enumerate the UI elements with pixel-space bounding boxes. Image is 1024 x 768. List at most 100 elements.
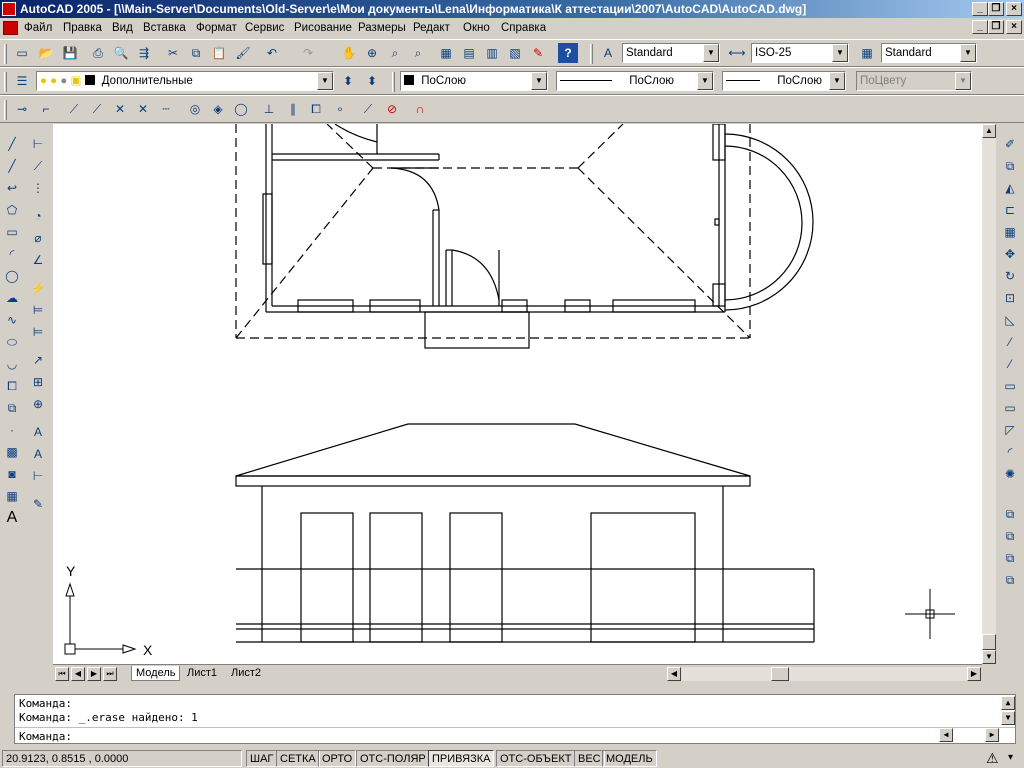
- tab-layout1[interactable]: Лист1: [183, 666, 221, 681]
- snap-quadrant-icon[interactable]: ◈: [208, 99, 228, 119]
- print-preview-icon[interactable]: 🔍: [111, 43, 131, 63]
- open-icon[interactable]: 📂: [36, 43, 56, 63]
- toolbar-grip[interactable]: [392, 72, 395, 92]
- dim-aligned-icon[interactable]: ⟋: [28, 156, 48, 176]
- markup-icon[interactable]: ✎: [528, 43, 548, 63]
- layer-select[interactable]: ● ● ● ▣ Дополнительные ▼: [36, 71, 334, 91]
- menu-dimension[interactable]: Размеры: [358, 18, 406, 38]
- dim-style-select[interactable]: ISO-25 ▼: [751, 43, 849, 63]
- dim-edit-icon[interactable]: A: [28, 422, 48, 442]
- toolbar-grip[interactable]: [590, 44, 593, 64]
- tool-palettes-icon[interactable]: ▥: [482, 43, 502, 63]
- menu-help[interactable]: Справка: [501, 18, 546, 38]
- mirror-icon[interactable]: ◭: [1000, 178, 1020, 198]
- lineweight-button[interactable]: ВЕС: [574, 750, 605, 767]
- vertical-scrollbar[interactable]: ▲ ▼: [982, 124, 996, 664]
- object-snap-button[interactable]: ПРИВЯЗКА: [428, 750, 495, 767]
- quick-dim-icon[interactable]: ⚡: [28, 278, 48, 298]
- rectangle-icon[interactable]: ▭: [2, 222, 22, 242]
- menu-insert[interactable]: Вставка: [143, 18, 186, 38]
- minimize-button[interactable]: _: [972, 2, 988, 16]
- doc-restore-button[interactable]: ❐: [988, 20, 1004, 34]
- spline-icon[interactable]: ∿: [2, 310, 22, 330]
- publish-icon[interactable]: ⇶: [134, 43, 154, 63]
- tab-layout2[interactable]: Лист2: [227, 666, 265, 681]
- scroll-up-icon[interactable]: ▲: [982, 124, 996, 138]
- region-icon[interactable]: ◙: [2, 464, 22, 484]
- ellipse-icon[interactable]: ⬭: [2, 332, 22, 352]
- menu-tools[interactable]: Сервис: [245, 18, 284, 38]
- color-select[interactable]: ПоСлою ▼: [400, 71, 548, 91]
- snap-midpoint-icon[interactable]: ⟋: [87, 99, 107, 119]
- dim-update-icon[interactable]: ⊢: [28, 466, 48, 486]
- polyline-icon[interactable]: ↩: [2, 178, 22, 198]
- cmd-scroll-right-icon[interactable]: ▶: [985, 728, 999, 742]
- command-window[interactable]: Команда: Команда: _.erase найдено: 1 Ком…: [14, 694, 1016, 744]
- dim-radius-icon[interactable]: ◔: [28, 206, 48, 226]
- chevron-down-icon[interactable]: ▼: [531, 72, 547, 90]
- scroll-thumb[interactable]: [982, 634, 996, 650]
- scroll-down-icon[interactable]: ▼: [982, 650, 996, 664]
- polar-tracking-button[interactable]: ОТС-ПОЛЯР: [356, 750, 430, 767]
- ortho-mode-button[interactable]: ОРТО: [318, 750, 357, 767]
- cmd-scroll-up-icon[interactable]: ▲: [1001, 696, 1015, 710]
- osnap-settings-icon[interactable]: ∩: [410, 99, 430, 119]
- point-icon[interactable]: ·: [2, 420, 22, 440]
- hatch-icon[interactable]: ▩: [2, 442, 22, 462]
- cut-icon[interactable]: ✂: [163, 43, 183, 63]
- bring-above-icon[interactable]: ⧉: [1000, 548, 1020, 568]
- coordinates-display[interactable]: 20.9123, 0.8515 , 0.0000: [2, 750, 242, 767]
- tab-next-icon[interactable]: ▶: [87, 667, 101, 681]
- match-properties-icon[interactable]: 🖌: [233, 43, 253, 63]
- zoom-previous-icon[interactable]: ⌕: [408, 43, 428, 63]
- polygon-icon[interactable]: ⬠: [2, 200, 22, 220]
- layer-previous-icon[interactable]: ⬍: [362, 71, 382, 91]
- paste-icon[interactable]: 📋: [209, 43, 229, 63]
- send-under-icon[interactable]: ⧉: [1000, 570, 1020, 590]
- dim-baseline-icon[interactable]: ⊨: [28, 300, 48, 320]
- tab-first-icon[interactable]: ⏮: [55, 667, 69, 681]
- dim-ordinate-icon[interactable]: ⋮: [28, 178, 48, 198]
- snap-center-icon[interactable]: ◎: [185, 99, 205, 119]
- snap-extension-icon[interactable]: ┄: [156, 99, 176, 119]
- command-prompt[interactable]: Команда:: [19, 730, 72, 743]
- dim-continue-icon[interactable]: ⊨: [28, 322, 48, 342]
- snap-none-icon[interactable]: ⊘: [382, 99, 402, 119]
- make-current-icon[interactable]: ⬍: [338, 71, 358, 91]
- chamfer-icon[interactable]: ◸: [1000, 420, 1020, 440]
- table-style-icon[interactable]: ▦: [857, 43, 877, 63]
- rotate-icon[interactable]: ↻: [1000, 266, 1020, 286]
- snap-nearest-icon[interactable]: ⟋: [358, 99, 378, 119]
- tab-prev-icon[interactable]: ◀: [71, 667, 85, 681]
- offset-icon[interactable]: ⊏: [1000, 200, 1020, 220]
- quick-leader-icon[interactable]: ↗: [28, 350, 48, 370]
- snap-intersection-icon[interactable]: ✕: [110, 99, 130, 119]
- toolbar-grip[interactable]: [4, 100, 7, 120]
- snap-insert-icon[interactable]: ⧠: [306, 99, 326, 119]
- save-icon[interactable]: 💾: [60, 43, 80, 63]
- chevron-down-icon[interactable]: ▼: [832, 44, 848, 62]
- chevron-down-icon[interactable]: ▼: [829, 72, 845, 90]
- mtext-icon[interactable]: A: [2, 508, 22, 528]
- construction-line-icon[interactable]: ╱: [2, 156, 22, 176]
- doc-close-button[interactable]: ×: [1006, 20, 1022, 34]
- break-icon[interactable]: ▭: [1000, 398, 1020, 418]
- array-icon[interactable]: ▦: [1000, 222, 1020, 242]
- document-icon[interactable]: [3, 21, 18, 35]
- horizontal-scrollbar[interactable]: ◀ ▶: [667, 667, 981, 681]
- arc-icon[interactable]: ◜: [2, 244, 22, 264]
- dim-style-panel-icon[interactable]: ✎: [28, 494, 48, 514]
- cmd-scroll-left-icon[interactable]: ◀: [939, 728, 953, 742]
- line-icon[interactable]: ╱: [2, 134, 22, 154]
- circle-icon[interactable]: ◯: [2, 266, 22, 286]
- grid-mode-button[interactable]: СЕТКА: [276, 750, 320, 767]
- move-icon[interactable]: ✥: [1000, 244, 1020, 264]
- linetype-select[interactable]: ПоСлою ▼: [556, 71, 714, 91]
- toolbar-grip[interactable]: [4, 44, 7, 64]
- snap-apparent-icon[interactable]: ✕: [133, 99, 153, 119]
- h-scroll-thumb[interactable]: [771, 667, 789, 681]
- extend-icon[interactable]: ⁄: [1000, 354, 1020, 374]
- send-to-back-icon[interactable]: ⧉: [1000, 526, 1020, 546]
- zoom-realtime-icon[interactable]: ⊕: [362, 43, 382, 63]
- design-center-icon[interactable]: ▤: [459, 43, 479, 63]
